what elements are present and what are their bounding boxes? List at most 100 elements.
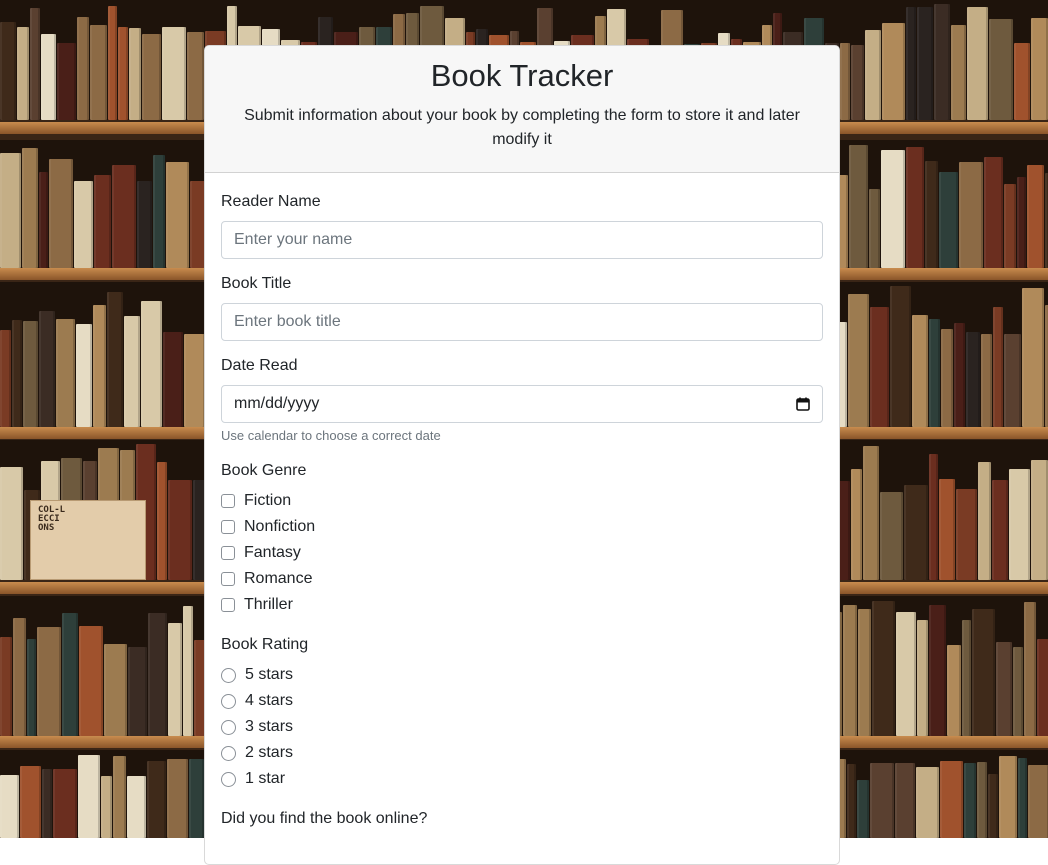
nonfiction-checkbox[interactable] [221, 520, 235, 534]
genre-option-label: Nonfiction [244, 518, 316, 535]
book-spine [101, 776, 112, 838]
book-spine [847, 764, 856, 838]
fiction-checkbox[interactable] [221, 494, 235, 508]
book-spine [992, 480, 1008, 580]
rating-option-3[interactable]: 3 stars [221, 714, 823, 740]
book-spine [966, 332, 980, 427]
book-spine [981, 334, 992, 427]
card-header: Book Tracker Submit information about yo… [205, 46, 839, 173]
book-spine [124, 316, 140, 427]
genre-option-fantasy[interactable]: Fantasy [221, 540, 823, 566]
book-spine [17, 27, 29, 120]
rating-3-radio[interactable] [221, 719, 236, 735]
genre-group: Book Genre Fiction Nonfiction Fantasy Ro… [221, 460, 823, 618]
rating-option-label: 3 stars [245, 718, 294, 735]
rating-option-2[interactable]: 2 stars [221, 740, 823, 766]
book-spine [113, 756, 126, 838]
book-spine [849, 145, 868, 268]
book-spine [20, 766, 41, 838]
book-title-label: Book Title [221, 275, 292, 292]
book-spine [128, 647, 147, 736]
book-spine [1031, 18, 1048, 120]
book-spine [881, 150, 905, 268]
genre-option-thriller[interactable]: Thriller [221, 592, 823, 618]
rating-option-label: 1 star [245, 770, 286, 787]
book-spine [947, 645, 961, 736]
book-spine [22, 148, 38, 268]
fantasy-checkbox[interactable] [221, 546, 235, 560]
book-spine [153, 155, 165, 268]
book-spine [12, 320, 22, 427]
book-spine [107, 292, 123, 427]
calendar-icon[interactable] [796, 397, 810, 411]
book-spine [168, 480, 192, 580]
book-spine [79, 626, 103, 736]
rating-option-4[interactable]: 4 stars [221, 688, 823, 714]
book-spine [882, 23, 905, 120]
book-spine [925, 161, 938, 268]
thriller-checkbox[interactable] [221, 598, 235, 612]
rating-option-5[interactable]: 5 stars [221, 662, 823, 688]
book-spine [934, 4, 950, 120]
online-label: Did you find the book online? [221, 810, 428, 827]
genre-option-romance[interactable]: Romance [221, 566, 823, 592]
rating-option-label: 2 stars [245, 744, 294, 761]
book-spine [1024, 602, 1036, 736]
book-title-input[interactable] [221, 303, 823, 341]
book-spine [142, 34, 161, 120]
book-spine [904, 485, 928, 580]
date-placeholder: mm/dd/yyyy [234, 395, 320, 412]
rating-1-radio[interactable] [221, 771, 236, 787]
book-spine [967, 7, 988, 120]
book-spine [954, 323, 965, 427]
book-spine [840, 43, 850, 120]
reader-name-input[interactable] [221, 221, 823, 259]
book-spine [1017, 177, 1026, 268]
rating-4-radio[interactable] [221, 693, 236, 709]
book-spine [977, 762, 987, 838]
book-spine [989, 19, 1013, 120]
book-spine [951, 25, 966, 120]
book-spine [39, 172, 48, 268]
book-spine [104, 644, 127, 736]
book-spine [62, 613, 78, 736]
book-spine [27, 639, 36, 736]
date-read-group: Date Read mm/dd/yyyy Use calendar to cho… [221, 355, 823, 444]
book-spine [78, 755, 100, 838]
book-spine [870, 763, 894, 838]
book-spine [851, 469, 862, 580]
book-spine [23, 321, 38, 427]
book-spine [1027, 165, 1044, 268]
genre-option-fiction[interactable]: Fiction [221, 488, 823, 514]
book-spine [137, 181, 152, 268]
romance-checkbox[interactable] [221, 572, 235, 586]
page-title: Book Tracker [430, 58, 614, 93]
book-spine [37, 627, 61, 736]
book-spine [870, 307, 889, 427]
genre-option-label: Romance [244, 570, 313, 587]
rating-2-radio[interactable] [221, 745, 236, 761]
book-spine [939, 172, 958, 268]
book-spine [162, 27, 186, 120]
book-spine [127, 776, 146, 838]
book-spine [93, 305, 106, 427]
book-spine [0, 467, 23, 580]
book-spine [959, 162, 983, 268]
book-spine [129, 28, 141, 120]
book-spine [141, 301, 162, 427]
book-spine [0, 153, 21, 268]
genre-option-label: Fiction [244, 492, 292, 509]
book-spine [940, 761, 963, 838]
date-read-input[interactable]: mm/dd/yyyy [221, 385, 823, 423]
genre-option-nonfiction[interactable]: Nonfiction [221, 514, 823, 540]
book-spine [895, 763, 915, 838]
book-spine [56, 319, 75, 427]
rating-option-1[interactable]: 1 star [221, 766, 823, 792]
book-spine [183, 606, 193, 736]
rating-5-radio[interactable] [221, 667, 236, 683]
book-spine [1031, 460, 1048, 580]
book-spine [964, 763, 976, 838]
book-spine [972, 609, 995, 736]
genre-label: Book Genre [221, 462, 307, 479]
date-read-label: Date Read [221, 357, 298, 374]
